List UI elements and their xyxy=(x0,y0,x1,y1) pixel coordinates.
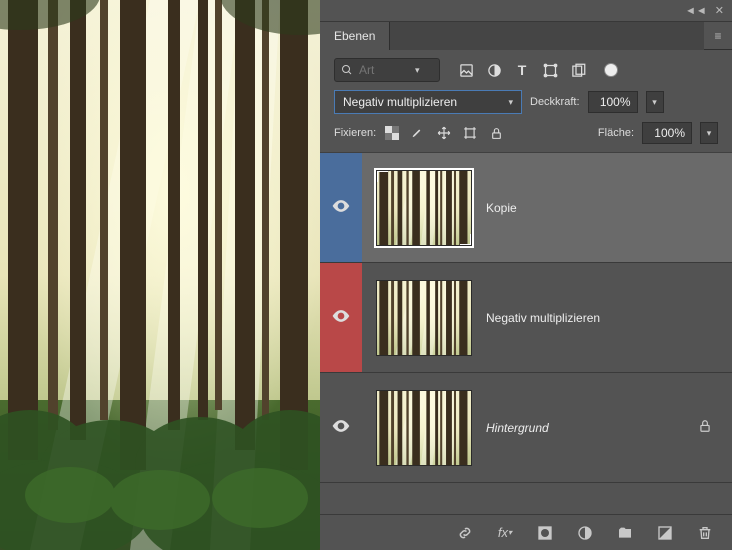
fill-label: Fläche: xyxy=(598,127,634,139)
fill-chevron[interactable]: ▾ xyxy=(700,122,718,144)
lock-brush-icon[interactable] xyxy=(410,125,426,141)
image-icon[interactable] xyxy=(458,62,474,78)
layer-name[interactable]: Hintergrund xyxy=(486,421,549,435)
opacity-label: Deckkraft: xyxy=(530,96,580,108)
chevron-down-icon: ▾ xyxy=(508,97,513,108)
lock-label: Fixieren: xyxy=(334,127,376,139)
lock-move-icon[interactable] xyxy=(436,125,452,141)
lock-pixels-icon[interactable] xyxy=(384,125,400,141)
layer-name[interactable]: Kopie xyxy=(486,201,517,215)
opacity-input[interactable]: 100% xyxy=(588,91,638,113)
lock-icon[interactable] xyxy=(698,419,712,436)
panel-menu-icon[interactable]: ≡ xyxy=(704,29,732,43)
visibility-toggle[interactable] xyxy=(320,153,362,262)
layer-thumbnail[interactable] xyxy=(376,280,472,356)
eye-icon xyxy=(331,196,351,219)
chevron-down-icon: ▾ xyxy=(415,65,420,76)
trash-icon[interactable] xyxy=(696,524,714,542)
new-layer-icon[interactable] xyxy=(656,524,674,542)
layer-thumbnail[interactable] xyxy=(376,390,472,466)
eye-icon xyxy=(331,306,351,329)
layer-filter-select[interactable]: ▾ xyxy=(334,58,440,82)
lock-all-icon[interactable] xyxy=(488,125,504,141)
link-icon[interactable] xyxy=(456,524,474,542)
visibility-toggle[interactable] xyxy=(320,373,362,482)
opacity-chevron[interactable]: ▾ xyxy=(646,91,664,113)
canvas-preview xyxy=(0,0,320,550)
type-icon[interactable]: T xyxy=(514,62,530,78)
lock-artboard-icon[interactable] xyxy=(462,125,478,141)
layer-filter-input[interactable] xyxy=(359,63,409,77)
group-icon[interactable] xyxy=(616,524,634,542)
adjustment-icon[interactable] xyxy=(576,524,594,542)
layer-row[interactable]: Kopie xyxy=(320,153,732,263)
layer-thumbnail[interactable] xyxy=(376,170,472,246)
visibility-toggle[interactable] xyxy=(320,263,362,372)
adjust-icon[interactable] xyxy=(486,62,502,78)
layer-row[interactable]: Hintergrund xyxy=(320,373,732,483)
tab-layers[interactable]: Ebenen xyxy=(320,22,390,50)
shape-icon[interactable] xyxy=(542,62,558,78)
close-icon[interactable]: ✕ xyxy=(715,4,724,17)
eye-icon xyxy=(331,416,351,439)
smart-icon[interactable] xyxy=(570,62,586,78)
layer-name[interactable]: Negativ multiplizieren xyxy=(486,311,600,325)
layers-list: Kopie Negativ multiplizieren Hintergrund xyxy=(320,153,732,514)
mask-icon[interactable] xyxy=(536,524,554,542)
layers-panel: ◄◄ ✕ Ebenen ≡ ▾ T Negativ multipli xyxy=(320,0,732,550)
blend-mode-select[interactable]: Negativ multiplizieren ▾ xyxy=(334,90,522,114)
fx-icon[interactable]: fx▾ xyxy=(496,524,514,542)
fill-input[interactable]: 100% xyxy=(642,122,692,144)
search-icon xyxy=(341,64,353,76)
filter-toggle[interactable] xyxy=(604,63,618,77)
layer-row[interactable]: Negativ multiplizieren xyxy=(320,263,732,373)
collapse-icon[interactable]: ◄◄ xyxy=(685,5,707,17)
